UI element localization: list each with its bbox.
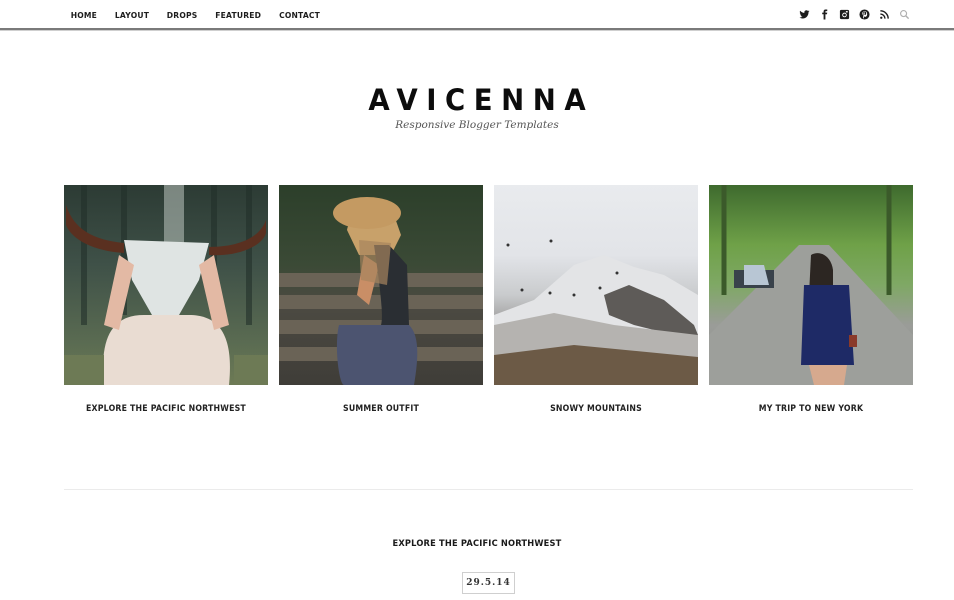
nav-item-featured[interactable]: FEATURED [215,11,261,20]
social-links [799,9,910,20]
featured-post-image[interactable] [64,185,268,385]
post-date-badge: 29.5.14 [462,572,515,594]
nav-item-drops[interactable]: DROPS [167,11,198,20]
site-title[interactable]: AVICENNA [24,83,930,117]
header-border [0,28,954,31]
nav-item-layout[interactable]: LAYOUT [115,11,149,20]
featured-post-card[interactable]: MY TRIP TO NEW YORK [709,185,913,414]
section-divider [64,489,913,490]
main-menu: HOME LAYOUT DROPS FEATURED CONTACT [64,11,337,20]
featured-post-image[interactable] [494,185,698,385]
featured-post-title[interactable]: EXPLORE THE PACIFIC NORTHWEST [72,404,260,414]
top-navigation-bar: HOME LAYOUT DROPS FEATURED CONTACT [0,0,954,29]
featured-posts-grid: EXPLORE THE PACIFIC NORTHWEST SUMMER OUT… [64,185,913,414]
rss-icon[interactable] [879,9,890,20]
featured-post-image[interactable] [279,185,483,385]
nav-item-home[interactable]: HOME [71,11,97,20]
featured-post-card[interactable]: SNOWY MOUNTAINS [494,185,698,414]
search-icon[interactable] [899,9,910,20]
featured-post-card[interactable]: SUMMER OUTFIT [279,185,483,414]
facebook-icon[interactable] [819,9,830,20]
post-title[interactable]: EXPLORE THE PACIFIC NORTHWEST [38,539,916,549]
twitter-icon[interactable] [799,9,810,20]
nav-item-contact[interactable]: CONTACT [279,11,320,20]
featured-post-title[interactable]: SNOWY MOUNTAINS [502,404,690,414]
pinterest-icon[interactable] [859,9,870,20]
featured-post-card[interactable]: EXPLORE THE PACIFIC NORTHWEST [64,185,268,414]
instagram-icon[interactable] [839,9,850,20]
featured-post-title[interactable]: SUMMER OUTFIT [287,404,475,414]
featured-post-title[interactable]: MY TRIP TO NEW YORK [717,404,905,414]
featured-post-image[interactable] [709,185,913,385]
site-tagline: Responsive Blogger Templates [395,119,559,131]
